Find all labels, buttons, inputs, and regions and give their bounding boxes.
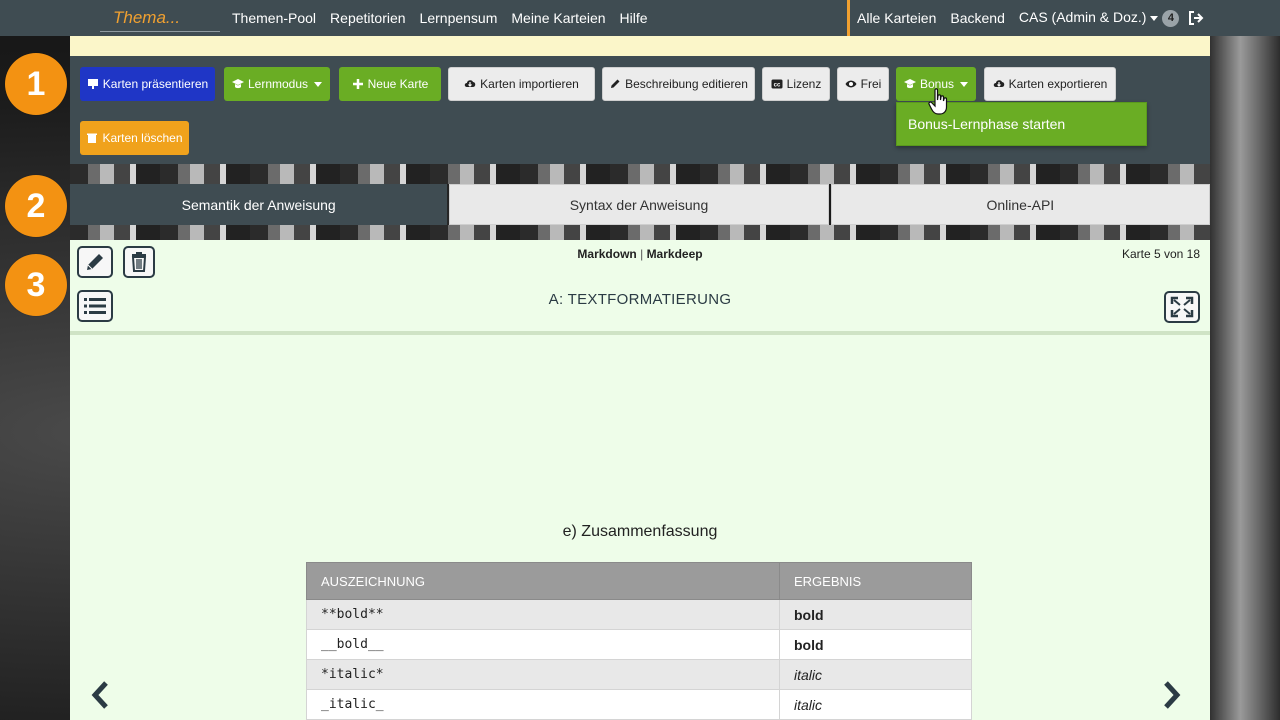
notification-badge: 4	[1162, 9, 1180, 27]
delete-cards-label: Karten löschen	[102, 131, 183, 145]
nav-link-meine-karteien[interactable]: Meine Karteien	[511, 10, 605, 26]
logout-icon[interactable]	[1188, 10, 1204, 26]
nav-link-repetitorien[interactable]: Repetitorien	[330, 10, 406, 26]
cloud-download-icon	[464, 80, 476, 87]
column-header-markup: AUSZEICHNUNG	[306, 562, 780, 600]
chevron-down-icon	[960, 81, 969, 87]
visibility-free-button[interactable]: Frei	[837, 67, 889, 101]
presentation-icon	[87, 79, 98, 89]
present-cards-button[interactable]: Karten präsentieren	[80, 67, 215, 101]
markup-cell: __bold__	[306, 629, 780, 660]
markup-cell: **bold**	[306, 599, 780, 630]
background-right-strip	[1208, 36, 1280, 720]
table-row: _italic_ italic	[306, 689, 972, 720]
tab-semantik[interactable]: Semantik der Anweisung	[70, 184, 448, 225]
background-strip-top	[70, 164, 1210, 184]
result-cell: italic	[779, 689, 972, 720]
deck-toolbar: Karten präsentieren Lernmodus Neue Karte…	[70, 56, 1210, 164]
format-markdown[interactable]: Markdown	[577, 247, 636, 261]
chevron-left-icon[interactable]	[88, 680, 112, 710]
flashcard: Markdown | Markdeep Karte 5 von 18 A: TE…	[70, 240, 1210, 720]
table-row: __bold__ bold	[306, 629, 972, 660]
import-cards-button[interactable]: Karten importieren	[448, 67, 595, 101]
hand-cursor-icon	[928, 88, 948, 115]
svg-text:cc: cc	[773, 83, 780, 89]
new-card-label: Neue Karte	[367, 77, 429, 91]
user-menu-label: CAS (Admin & Doz.)	[1018, 9, 1147, 26]
present-cards-label: Karten präsentieren	[102, 77, 209, 91]
card-title: A: TEXTFORMATIERUNG	[548, 291, 732, 308]
license-button[interactable]: cc Lizenz	[762, 67, 830, 101]
visibility-free-label: Frei	[860, 77, 882, 91]
result-cell: bold	[779, 599, 972, 630]
delete-cards-button[interactable]: Karten löschen	[80, 121, 189, 155]
card-counter: Karte 5 von 18	[1121, 247, 1200, 261]
learn-mode-button[interactable]: Lernmodus	[224, 67, 330, 101]
result-cell: italic	[779, 659, 972, 690]
format-separator: |	[640, 247, 644, 261]
plus-icon	[352, 79, 363, 89]
eye-icon	[845, 80, 857, 88]
pencil-icon	[611, 79, 620, 88]
chevron-down-icon	[1150, 15, 1159, 21]
nav-links-left: Themen-Pool Repetitorien Lernpensum Mein…	[232, 0, 648, 36]
trash-icon	[87, 133, 98, 143]
nav-link-lernpensum[interactable]: Lernpensum	[420, 10, 498, 26]
summary-table: AUSZEICHNUNG ERGEBNIS **bold** bold __bo…	[306, 562, 972, 720]
cc-icon: cc	[771, 79, 783, 89]
markup-cell: *italic*	[306, 659, 780, 690]
chevron-down-icon	[314, 81, 323, 87]
graduation-cap-icon	[903, 79, 916, 89]
nav-divider	[847, 0, 850, 36]
table-row: **bold** bold	[306, 599, 972, 630]
result-cell: bold	[779, 629, 972, 660]
nav-link-alle-karteien[interactable]: Alle Karteien	[857, 10, 936, 26]
card-side-tabs: Semantik der Anweisung Syntax der Anweis…	[70, 184, 1210, 225]
new-card-button[interactable]: Neue Karte	[339, 67, 441, 101]
import-cards-label: Karten importieren	[480, 77, 579, 91]
edit-description-button[interactable]: Beschreibung editieren	[602, 67, 755, 101]
nav-link-backend[interactable]: Backend	[950, 10, 1004, 26]
user-menu[interactable]: CAS (Admin & Doz.) 4	[1019, 9, 1180, 27]
brand-title[interactable]: Thema...	[100, 4, 220, 32]
export-cards-label: Karten exportieren	[1008, 77, 1108, 91]
background-strip-bottom	[70, 225, 1210, 240]
chevron-right-icon[interactable]	[1160, 680, 1184, 710]
bonus-start-menu-item[interactable]: Bonus-Lernphase starten	[908, 116, 1065, 132]
tab-online-api[interactable]: Online-API	[830, 184, 1210, 225]
nav-link-hilfe[interactable]: Hilfe	[620, 10, 648, 26]
export-cards-button[interactable]: Karten exportieren	[984, 67, 1116, 101]
tab-syntax[interactable]: Syntax der Anweisung	[449, 184, 829, 225]
nav-link-themen-pool[interactable]: Themen-Pool	[232, 10, 316, 26]
column-header-result: ERGEBNIS	[779, 562, 972, 600]
cloud-download-icon	[993, 80, 1004, 87]
license-label: Lizenz	[786, 77, 822, 91]
table-header-row: AUSZEICHNUNG ERGEBNIS	[306, 562, 972, 600]
format-markdeep[interactable]: Markdeep	[647, 247, 703, 261]
section-title: e) Zusammenfassung	[562, 523, 718, 540]
edit-description-label: Beschreibung editieren	[625, 77, 748, 91]
learn-mode-label: Lernmodus	[247, 77, 309, 91]
notice-strip	[70, 36, 1210, 56]
card-header-divider	[70, 331, 1210, 335]
top-navbar: Thema... Themen-Pool Repetitorien Lernpe…	[0, 0, 1280, 36]
graduation-cap-icon	[231, 79, 244, 89]
table-row: *italic* italic	[306, 659, 972, 690]
nav-links-right: Alle Karteien Backend CAS (Admin & Doz.)…	[857, 0, 1180, 36]
markup-cell: _italic_	[306, 689, 780, 720]
step-3-badge: 3	[5, 254, 67, 316]
card-format-label: Markdown | Markdeep	[70, 247, 1210, 261]
step-1-badge: 1	[5, 53, 67, 115]
step-2-badge: 2	[5, 175, 67, 237]
